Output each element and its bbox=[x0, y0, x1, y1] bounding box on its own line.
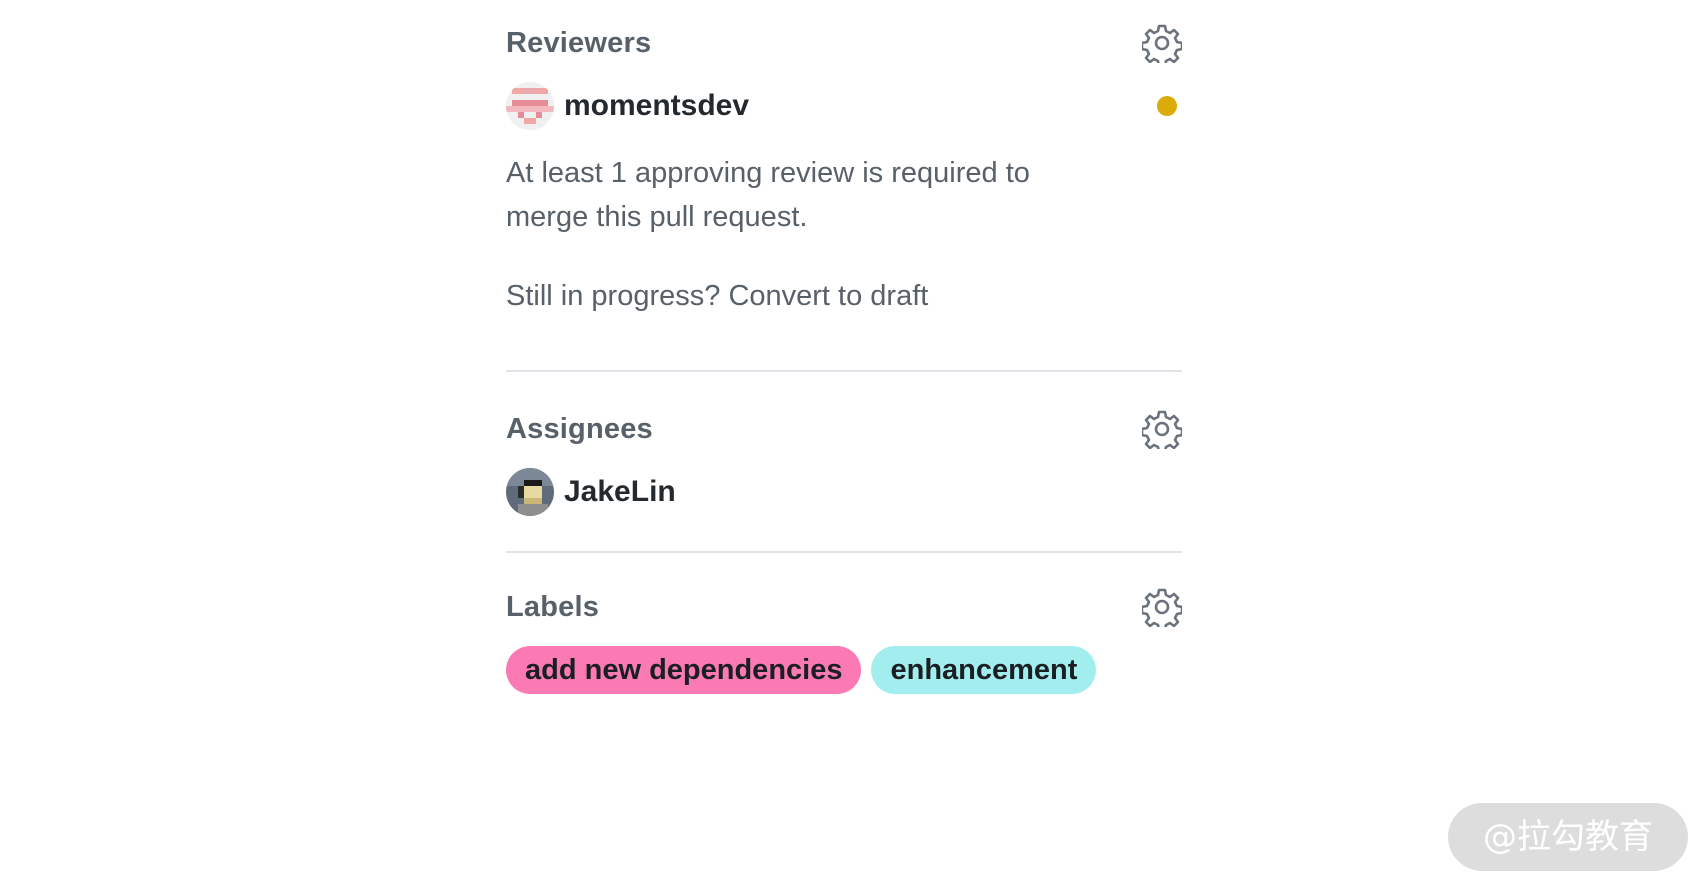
draft-prompt: Still in progress? Convert to draft bbox=[506, 274, 1182, 318]
pr-sidebar: Reviewers momentsdev At least 1 approvin… bbox=[506, 0, 1182, 694]
assignee-row[interactable]: JakeLin bbox=[506, 467, 1182, 517]
assignee-username[interactable]: JakeLin bbox=[564, 475, 676, 509]
assignees-header: Assignees bbox=[506, 407, 1182, 451]
assignees-title: Assignees bbox=[506, 412, 653, 445]
assignees-section: Assignees JakeLin bbox=[506, 372, 1182, 517]
labels-section: Labels add new dependencies enhancement bbox=[506, 553, 1182, 694]
gear-icon[interactable] bbox=[1142, 409, 1182, 449]
draft-prompt-label: Still in progress? bbox=[506, 280, 729, 312]
watermark-logo: @拉勾教育 bbox=[1448, 803, 1688, 871]
labels-title: Labels bbox=[506, 590, 600, 623]
gear-icon[interactable] bbox=[1142, 587, 1182, 627]
labels-header: Labels bbox=[506, 585, 1182, 629]
assignee-avatar[interactable] bbox=[506, 468, 554, 516]
reviewers-section: Reviewers momentsdev At least 1 approvin… bbox=[506, 0, 1182, 318]
reviewer-username[interactable]: momentsdev bbox=[564, 89, 749, 123]
reviewer-row[interactable]: momentsdev bbox=[506, 81, 1182, 131]
reviewers-title: Reviewers bbox=[506, 26, 652, 59]
convert-to-draft-link[interactable]: Convert to draft bbox=[728, 280, 928, 312]
approval-requirement-text: At least 1 approving review is required … bbox=[506, 157, 1030, 233]
labels-list: add new dependencies enhancement bbox=[506, 646, 1182, 694]
gear-icon[interactable] bbox=[1142, 23, 1182, 63]
label-add-new-dependencies[interactable]: add new dependencies bbox=[506, 646, 862, 694]
reviewers-header: Reviewers bbox=[506, 21, 1182, 65]
label-enhancement[interactable]: enhancement bbox=[871, 646, 1097, 694]
pending-review-status-dot bbox=[1157, 96, 1177, 116]
reviewer-avatar[interactable] bbox=[506, 82, 554, 130]
